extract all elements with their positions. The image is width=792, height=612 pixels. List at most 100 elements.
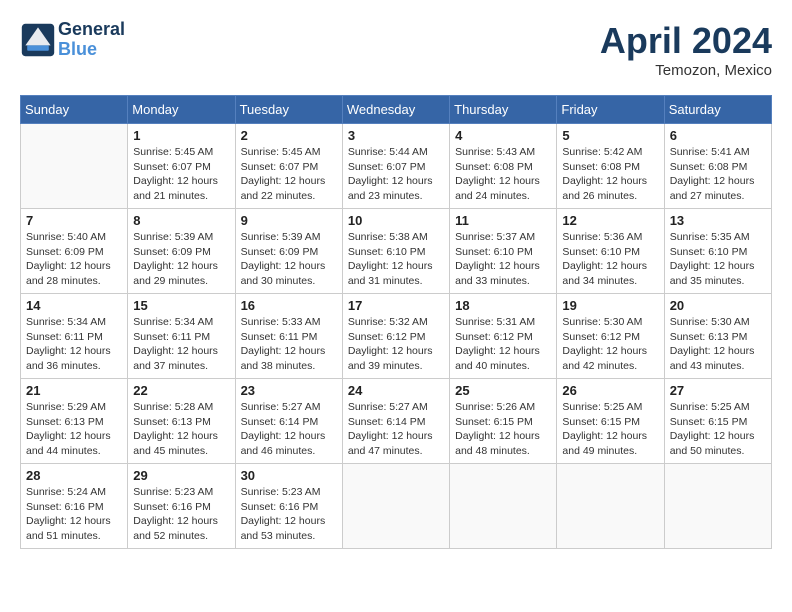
- day-number: 8: [133, 213, 229, 228]
- calendar-cell: 11 Sunrise: 5:37 AMSunset: 6:10 PMDayligh…: [450, 209, 557, 294]
- day-info: Sunrise: 5:27 AMSunset: 6:14 PMDaylight:…: [348, 400, 444, 459]
- weekday-header-monday: Monday: [128, 96, 235, 124]
- weekday-header-friday: Friday: [557, 96, 664, 124]
- day-number: 5: [562, 128, 658, 143]
- day-number: 9: [241, 213, 337, 228]
- weekday-header-wednesday: Wednesday: [342, 96, 449, 124]
- day-info: Sunrise: 5:44 AMSunset: 6:07 PMDaylight:…: [348, 145, 444, 204]
- day-number: 16: [241, 298, 337, 313]
- calendar-cell: 5 Sunrise: 5:42 AMSunset: 6:08 PMDaylight…: [557, 124, 664, 209]
- calendar-cell: 15Sunrise: 5:34 AMSunset: 6:11 PMDayligh…: [128, 294, 235, 379]
- day-info: Sunrise: 5:28 AMSunset: 6:13 PMDaylight:…: [133, 400, 229, 459]
- day-info: Sunrise: 5:39 AMSunset: 6:09 PMDaylight:…: [133, 230, 229, 289]
- day-number: 22: [133, 383, 229, 398]
- calendar-cell: [664, 464, 771, 549]
- calendar-cell: 24 Sunrise: 5:27 AMSunset: 6:14 PMDayligh…: [342, 379, 449, 464]
- day-number: 13: [670, 213, 766, 228]
- logo-text-blue: Blue: [58, 40, 125, 60]
- calendar-cell: [342, 464, 449, 549]
- calendar-cell: 19 Sunrise: 5:30 AMSunset: 6:12 PMDayligh…: [557, 294, 664, 379]
- day-number: 2: [241, 128, 337, 143]
- day-number: 25: [455, 383, 551, 398]
- calendar-cell: 16 Sunrise: 5:33 AMSunset: 6:11 PMDayligh…: [235, 294, 342, 379]
- calendar-cell: 4 Sunrise: 5:43 AMSunset: 6:08 PMDaylight…: [450, 124, 557, 209]
- logo: General Blue: [20, 20, 125, 60]
- day-number: 6: [670, 128, 766, 143]
- day-info: Sunrise: 5:30 AMSunset: 6:12 PMDaylight:…: [562, 315, 658, 374]
- title-block: April 2024 Temozon, Mexico: [600, 20, 772, 79]
- day-info: Sunrise: 5:23 AMSunset: 6:16 PMDaylight:…: [241, 485, 337, 544]
- weekday-header-saturday: Saturday: [664, 96, 771, 124]
- calendar-cell: 3 Sunrise: 5:44 AMSunset: 6:07 PMDaylight…: [342, 124, 449, 209]
- day-number: 3: [348, 128, 444, 143]
- day-info: Sunrise: 5:25 AMSunset: 6:15 PMDaylight:…: [562, 400, 658, 459]
- day-info: Sunrise: 5:27 AMSunset: 6:14 PMDaylight:…: [241, 400, 337, 459]
- day-info: Sunrise: 5:41 AMSunset: 6:08 PMDaylight:…: [670, 145, 766, 204]
- day-number: 15: [133, 298, 229, 313]
- day-number: 11: [455, 213, 551, 228]
- day-number: 27: [670, 383, 766, 398]
- day-info: Sunrise: 5:40 AMSunset: 6:09 PMDaylight:…: [26, 230, 122, 289]
- day-info: Sunrise: 5:37 AMSunset: 6:10 PMDaylight:…: [455, 230, 551, 289]
- weekday-header-row: SundayMondayTuesdayWednesdayThursdayFrid…: [21, 96, 772, 124]
- day-info: Sunrise: 5:45 AMSunset: 6:07 PMDaylight:…: [241, 145, 337, 204]
- month-title: April 2024: [600, 20, 772, 62]
- calendar-cell: 9 Sunrise: 5:39 AMSunset: 6:09 PMDaylight…: [235, 209, 342, 294]
- week-row-5: 28 Sunrise: 5:24 AMSunset: 6:16 PMDayligh…: [21, 464, 772, 549]
- week-row-1: 1 Sunrise: 5:45 AMSunset: 6:07 PMDaylight…: [21, 124, 772, 209]
- calendar-cell: [21, 124, 128, 209]
- day-number: 4: [455, 128, 551, 143]
- calendar-cell: 1Sunrise: 5:45 AMSunset: 6:07 PMDaylight…: [128, 124, 235, 209]
- calendar-cell: 23 Sunrise: 5:27 AMSunset: 6:14 PMDayligh…: [235, 379, 342, 464]
- week-row-3: 14Sunrise: 5:34 AMSunset: 6:11 PMDayligh…: [21, 294, 772, 379]
- calendar-cell: 12 Sunrise: 5:36 AMSunset: 6:10 PMDayligh…: [557, 209, 664, 294]
- day-number: 30: [241, 468, 337, 483]
- calendar-cell: 7 Sunrise: 5:40 AMSunset: 6:09 PMDaylight…: [21, 209, 128, 294]
- location: Temozon, Mexico: [600, 62, 772, 79]
- calendar-cell: 6 Sunrise: 5:41 AMSunset: 6:08 PMDaylight…: [664, 124, 771, 209]
- day-info: Sunrise: 5:43 AMSunset: 6:08 PMDaylight:…: [455, 145, 551, 204]
- day-number: 7: [26, 213, 122, 228]
- day-info: Sunrise: 5:25 AMSunset: 6:15 PMDaylight:…: [670, 400, 766, 459]
- calendar-cell: 18Sunrise: 5:31 AMSunset: 6:12 PMDayligh…: [450, 294, 557, 379]
- calendar-cell: 21Sunrise: 5:29 AMSunset: 6:13 PMDayligh…: [21, 379, 128, 464]
- calendar-cell: [450, 464, 557, 549]
- calendar-cell: 26 Sunrise: 5:25 AMSunset: 6:15 PMDayligh…: [557, 379, 664, 464]
- calendar-cell: 17Sunrise: 5:32 AMSunset: 6:12 PMDayligh…: [342, 294, 449, 379]
- calendar-cell: 2 Sunrise: 5:45 AMSunset: 6:07 PMDaylight…: [235, 124, 342, 209]
- day-info: Sunrise: 5:26 AMSunset: 6:15 PMDaylight:…: [455, 400, 551, 459]
- day-info: Sunrise: 5:30 AMSunset: 6:13 PMDaylight:…: [670, 315, 766, 374]
- calendar-cell: 13 Sunrise: 5:35 AMSunset: 6:10 PMDayligh…: [664, 209, 771, 294]
- day-info: Sunrise: 5:36 AMSunset: 6:10 PMDaylight:…: [562, 230, 658, 289]
- day-number: 23: [241, 383, 337, 398]
- week-row-2: 7 Sunrise: 5:40 AMSunset: 6:09 PMDaylight…: [21, 209, 772, 294]
- day-number: 10: [348, 213, 444, 228]
- day-info: Sunrise: 5:35 AMSunset: 6:10 PMDaylight:…: [670, 230, 766, 289]
- day-number: 21: [26, 383, 122, 398]
- day-number: 28: [26, 468, 122, 483]
- calendar-cell: 28 Sunrise: 5:24 AMSunset: 6:16 PMDayligh…: [21, 464, 128, 549]
- calendar-cell: 29Sunrise: 5:23 AMSunset: 6:16 PMDayligh…: [128, 464, 235, 549]
- day-number: 24: [348, 383, 444, 398]
- day-number: 26: [562, 383, 658, 398]
- weekday-header-thursday: Thursday: [450, 96, 557, 124]
- calendar-cell: 8 Sunrise: 5:39 AMSunset: 6:09 PMDaylight…: [128, 209, 235, 294]
- calendar-cell: 14Sunrise: 5:34 AMSunset: 6:11 PMDayligh…: [21, 294, 128, 379]
- calendar-cell: 30 Sunrise: 5:23 AMSunset: 6:16 PMDayligh…: [235, 464, 342, 549]
- day-number: 1: [133, 128, 229, 143]
- calendar-cell: 20 Sunrise: 5:30 AMSunset: 6:13 PMDayligh…: [664, 294, 771, 379]
- calendar-cell: 25 Sunrise: 5:26 AMSunset: 6:15 PMDayligh…: [450, 379, 557, 464]
- logo-text-general: General: [58, 20, 125, 40]
- calendar-cell: 22 Sunrise: 5:28 AMSunset: 6:13 PMDayligh…: [128, 379, 235, 464]
- calendar-cell: [557, 464, 664, 549]
- day-number: 20: [670, 298, 766, 313]
- day-number: 12: [562, 213, 658, 228]
- day-number: 19: [562, 298, 658, 313]
- weekday-header-sunday: Sunday: [21, 96, 128, 124]
- day-info: Sunrise: 5:33 AMSunset: 6:11 PMDaylight:…: [241, 315, 337, 374]
- day-info: Sunrise: 5:24 AMSunset: 6:16 PMDaylight:…: [26, 485, 122, 544]
- day-info: Sunrise: 5:42 AMSunset: 6:08 PMDaylight:…: [562, 145, 658, 204]
- calendar-cell: 10Sunrise: 5:38 AMSunset: 6:10 PMDayligh…: [342, 209, 449, 294]
- day-info: Sunrise: 5:39 AMSunset: 6:09 PMDaylight:…: [241, 230, 337, 289]
- day-number: 14: [26, 298, 122, 313]
